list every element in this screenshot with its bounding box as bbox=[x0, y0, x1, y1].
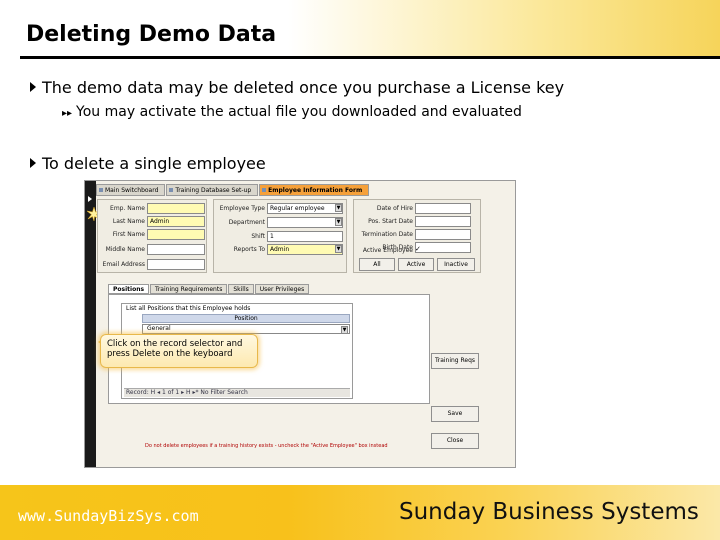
tab-user-privileges[interactable]: User Privileges bbox=[254, 284, 310, 294]
close-button[interactable]: Close bbox=[431, 433, 479, 449]
emp-name-field[interactable]: Emp. Name bbox=[110, 203, 205, 214]
chevron-down-icon[interactable]: ▼ bbox=[341, 326, 348, 334]
form-icon bbox=[262, 188, 267, 192]
footer-url[interactable]: www.SundayBizSys.com bbox=[18, 507, 199, 525]
record-pointer-icon bbox=[88, 196, 92, 202]
chevron-down-icon[interactable]: ▼ bbox=[335, 204, 342, 212]
all-button[interactable]: All bbox=[359, 258, 395, 271]
bullet-arrow-icon bbox=[30, 158, 36, 168]
tab-training-setup[interactable]: Training Database Set-up bbox=[166, 184, 259, 196]
tab-main-switchboard[interactable]: Main Switchboard bbox=[96, 184, 166, 196]
first-name-field[interactable]: First Name bbox=[113, 229, 205, 240]
chevron-down-icon[interactable]: ▼ bbox=[335, 245, 342, 253]
checkmark-icon: ✓ bbox=[415, 245, 421, 253]
employee-type-select[interactable]: Employee Type Regular employee ▼ bbox=[220, 203, 343, 214]
instruction-callout: Click on the record selector and press D… bbox=[100, 334, 258, 368]
bullet-arrow-icon bbox=[30, 82, 36, 92]
app-screenshot: Main Switchboard Training Database Set-u… bbox=[84, 180, 516, 468]
company-name: Sunday Business Systems bbox=[399, 499, 699, 525]
sub-bullet-1: ▸▸ You may activate the actual file you d… bbox=[62, 104, 522, 120]
window-tab-bar: Main Switchboard Training Database Set-u… bbox=[96, 184, 370, 196]
record-selector[interactable] bbox=[85, 181, 96, 467]
inactive-button[interactable]: Inactive bbox=[437, 258, 475, 271]
tab-skills[interactable]: Skills bbox=[228, 284, 254, 294]
record-navigation-bar[interactable]: Record: H ◂ 1 of 1 ▸ H ▸* No Filter Sear… bbox=[124, 388, 350, 397]
grid-header: Position bbox=[142, 314, 350, 323]
double-arrow-icon: ▸▸ bbox=[62, 108, 73, 119]
active-button[interactable]: Active bbox=[398, 258, 434, 271]
table-row[interactable]: General ▼ bbox=[142, 324, 350, 334]
tab-training-requirements[interactable]: Training Requirements bbox=[150, 284, 228, 294]
reports-to-select[interactable]: Reports To Admin ▼ bbox=[234, 244, 343, 255]
sub-tab-bar: Positions Training Requirements Skills U… bbox=[108, 284, 310, 294]
middle-name-field[interactable]: Middle Name bbox=[106, 244, 205, 255]
slide-title: Deleting Demo Data bbox=[26, 22, 277, 47]
email-field[interactable]: Email Address bbox=[103, 259, 205, 270]
training-reqs-button[interactable]: Training Reqs bbox=[431, 353, 479, 369]
bullet-2: To delete a single employee bbox=[30, 154, 266, 173]
grid-caption: List all Positions that this Employee ho… bbox=[126, 305, 251, 312]
delete-warning: Do not delete employees if a training hi… bbox=[145, 443, 388, 449]
form-icon bbox=[99, 188, 103, 192]
last-name-field[interactable]: Last Name Admin bbox=[113, 216, 205, 227]
pos-start-date-field[interactable]: Pos. Start Date bbox=[368, 216, 471, 227]
termination-date-field[interactable]: Termination Date bbox=[362, 229, 471, 240]
tab-positions[interactable]: Positions bbox=[108, 284, 150, 294]
bullet-1: The demo data may be deleted once you pu… bbox=[30, 78, 564, 97]
save-button[interactable]: Save bbox=[431, 406, 479, 422]
shift-field[interactable]: Shift 1 bbox=[251, 231, 343, 242]
active-employee-checkbox[interactable]: Active Employee ✓ bbox=[363, 245, 425, 254]
chevron-down-icon[interactable]: ▼ bbox=[335, 218, 342, 226]
title-divider bbox=[20, 56, 720, 59]
tab-employee-form[interactable]: Employee Information Form bbox=[259, 184, 370, 196]
date-of-hire-field[interactable]: Date of Hire bbox=[377, 203, 471, 214]
department-select[interactable]: Department ▼ bbox=[229, 217, 343, 228]
form-icon bbox=[169, 188, 174, 192]
